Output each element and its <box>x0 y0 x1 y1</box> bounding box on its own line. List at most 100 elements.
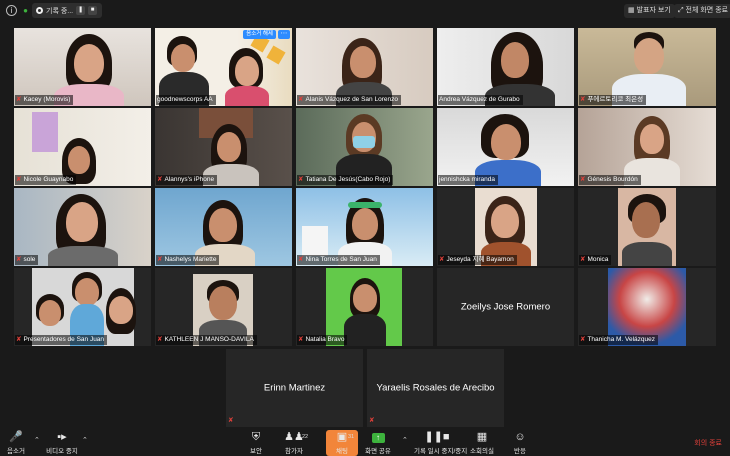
video-tile[interactable]: ✘ Thanicha M. Velázquez <box>578 268 716 346</box>
participant-status: ✘ <box>368 416 377 426</box>
video-tile-active-speaker[interactable]: jennishcka miranda <box>437 108 574 186</box>
mic-muted-icon: ✘ <box>298 336 304 343</box>
mic-muted-icon: ✘ <box>580 96 586 103</box>
mic-muted-icon: ✘ <box>16 256 22 263</box>
participants-label: 참가자 <box>285 448 303 455</box>
pause-stop-icon: ❚❚■ <box>424 431 450 443</box>
video-tile[interactable]: ✘ Presentadores de San Juan <box>14 268 151 346</box>
video-tile[interactable]: 음소거 해제 ⋯ goodnewscorps AA <box>155 28 292 106</box>
speaker-view-button[interactable]: ▦ 발표자 보기 <box>624 4 675 18</box>
participants-count: 22 <box>302 434 309 440</box>
video-tile[interactable]: ✘ Nashelys Mariette <box>155 188 292 266</box>
stop-video-label: 비디오 중지 <box>46 448 78 455</box>
mic-muted-icon: ✘ <box>228 417 234 424</box>
pause-stop-recording-button[interactable]: ❚❚■ 기록 일시 중지/중지 <box>414 431 468 455</box>
mic-muted-icon: ✘ <box>298 96 304 103</box>
video-tile[interactable]: ✘ Nicole Guaynabo <box>14 108 151 186</box>
mic-muted-icon: ✘ <box>16 96 22 103</box>
participant-name: ✘ Génesis Bourdón <box>579 175 641 185</box>
participant-name: ✘ Kacey (Morovis) <box>15 95 74 105</box>
participant-name: ✘ 푸에르토리코 최은성 <box>579 95 647 105</box>
mute-label: 음소거 <box>7 448 25 455</box>
video-tile[interactable]: ✘ Génesis Bourdón <box>578 108 716 186</box>
participant-name: jennishcka miranda <box>438 175 499 185</box>
mic-muted-icon: ✘ <box>298 256 304 263</box>
video-tile[interactable]: ✘ Alanis Vázquez de San Lorenzo <box>296 28 433 106</box>
top-bar: i ● 기록 중... ❚ ■ ▦ 발표자 보기 ⤢ 전체 화면 종료 <box>0 0 730 22</box>
participant-name: ✘ Alannys's iPhone <box>156 175 218 185</box>
video-off-tile[interactable]: Yaraelis Rosales de Arecibo ✘ <box>367 349 504 427</box>
participant-name: ✘ Monica <box>579 255 612 265</box>
participant-name-large: Yaraelis Rosales de Arecibo <box>376 382 495 394</box>
microphone-icon: 🎤 <box>9 431 23 443</box>
video-tile[interactable]: ✘ Jeseyda 지혜 Bayamon <box>437 188 574 266</box>
video-tile[interactable]: ✘ Kacey (Morovis) <box>14 28 151 106</box>
participant-name: ✘ Tatiana De Jesús(Cabo Rojo) <box>297 175 394 185</box>
mic-muted-icon: ✘ <box>580 256 586 263</box>
participant-name: ✘ Alanis Vázquez de San Lorenzo <box>297 95 401 105</box>
recording-icon <box>36 7 43 14</box>
video-tile[interactable]: ✘ 푸에르토리코 최은성 <box>578 28 716 106</box>
participant-name-large: Zoeilys Jose Romero <box>460 301 551 313</box>
participant-name: ✘ Natalia Bravo <box>297 335 348 345</box>
mute-button[interactable]: 🎤 음소거 <box>0 431 38 455</box>
exit-fullscreen-label: 전체 화면 종료 <box>685 7 729 14</box>
info-icon[interactable]: i <box>6 5 17 16</box>
video-tile[interactable]: ✘ Alannys's iPhone <box>155 108 292 186</box>
audio-options-chevron-icon[interactable]: ⌃ <box>34 436 40 444</box>
participant-name: Andrea Vázquez de Gurabo <box>438 95 523 105</box>
exit-fullscreen-button[interactable]: ⤢ 전체 화면 종료 <box>674 4 730 18</box>
participant-name: ✘ Nicole Guaynabo <box>15 175 77 185</box>
participant-name: ✘ sole <box>15 255 39 265</box>
recording-indicator: 기록 중... ❚ ■ <box>32 3 102 18</box>
smiley-icon: ☺ <box>514 431 526 443</box>
video-tile[interactable]: Andrea Vázquez de Gurabo <box>437 28 574 106</box>
share-options-chevron-icon[interactable]: ⌃ <box>402 436 408 444</box>
face-mask <box>353 136 375 148</box>
video-tile[interactable]: ✘ KATHLEEN J MANSO-DAVILA <box>155 268 292 346</box>
participant-name: ✘ Presentadores de San Juan <box>15 335 108 345</box>
video-tile[interactable]: ✘ sole <box>14 188 151 266</box>
pause-recording-icon[interactable]: ❚ <box>76 6 86 15</box>
stop-recording-icon[interactable]: ■ <box>88 6 98 15</box>
participants-icon: ♟♟ 22 <box>284 431 309 443</box>
recording-label: 기록 중... <box>46 7 74 15</box>
participant-status: ✘ <box>227 416 236 426</box>
participants-button[interactable]: ♟♟ 22 참가자 <box>272 431 316 455</box>
mic-muted-icon: ✘ <box>580 336 586 343</box>
video-off-tile[interactable]: Zoeilys Jose Romero <box>437 268 574 346</box>
stop-video-button[interactable]: ▪▸ 비디오 중지 <box>40 431 84 455</box>
participant-name: ✘ Nashelys Mariette <box>156 255 220 265</box>
participant-name: ✘ Jeseyda 지혜 Bayamon <box>438 255 517 265</box>
mic-muted-icon: ✘ <box>580 176 586 183</box>
participant-name-large: Erinn Martinez <box>263 382 326 394</box>
more-options-icon[interactable]: ⋯ <box>278 30 290 39</box>
participant-name: ✘ KATHLEEN J MANSO-DAVILA <box>156 335 257 345</box>
video-tile[interactable]: ✘ Monica <box>578 188 716 266</box>
unmute-button[interactable]: 음소거 해제 <box>243 30 276 39</box>
participant-name: goodnewscorps AA <box>156 95 216 105</box>
mic-muted-icon: ✘ <box>157 176 163 183</box>
end-meeting-button[interactable]: 회의 종료 <box>694 438 722 448</box>
mic-muted-icon: ✘ <box>298 176 304 183</box>
share-screen-button[interactable]: ↑ 화면 공유 <box>356 431 400 455</box>
mic-muted-icon: ✘ <box>439 256 445 263</box>
speaker-view-label: 발표자 보기 <box>636 7 671 14</box>
participant-name: ✘ Thanicha M. Velázquez <box>579 335 659 345</box>
lock-icon[interactable]: ● <box>20 5 31 16</box>
video-tile[interactable]: ✘ Tatiana De Jesús(Cabo Rojo) <box>296 108 433 186</box>
share-screen-icon: ↑ <box>371 433 385 443</box>
chat-count: 31 <box>348 434 355 440</box>
share-screen-label: 화면 공유 <box>365 448 391 455</box>
mic-muted-icon: ✘ <box>157 336 163 343</box>
mic-muted-icon: ✘ <box>16 176 22 183</box>
video-tile[interactable]: ✘ Natalia Bravo <box>296 268 433 346</box>
video-options-chevron-icon[interactable]: ⌃ <box>82 436 88 444</box>
participant-name: ✘ Nina Torres de San Juan <box>297 255 380 265</box>
pause-stop-recording-label: 기록 일시 중지/중지 <box>414 448 468 455</box>
reactions-label: 반응 <box>514 448 526 455</box>
video-off-tile[interactable]: Erinn Martinez ✘ <box>226 349 363 427</box>
mic-muted-icon: ✘ <box>16 336 22 343</box>
video-tile[interactable]: ✘ Nina Torres de San Juan <box>296 188 433 266</box>
reactions-button[interactable]: ☺ 반응 <box>498 431 542 455</box>
